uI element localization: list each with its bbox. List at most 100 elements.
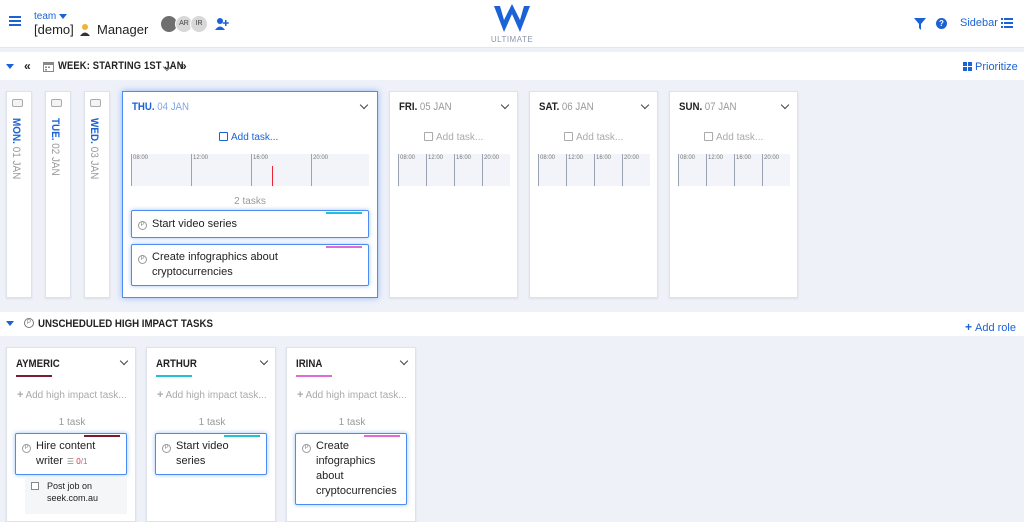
task-title: Create infographics about cryptocurrenci…	[316, 440, 397, 497]
task-card[interactable]: P Create infographics about cryptocurren…	[295, 433, 407, 505]
hour-tick: 12:00	[566, 154, 583, 186]
add-high-impact-task-button[interactable]: + Add high impact task...	[17, 389, 127, 401]
top-bar: team [demo] Manager AR IR ULTIMATE ? Sid…	[0, 0, 1024, 48]
add-high-impact-task-button[interactable]: + Add high impact task...	[157, 389, 267, 401]
day-column-sunday[interactable]: SUN. 07 JAN Add task... 08:00 12:00 16:00…	[669, 91, 798, 298]
add-task-button[interactable]: Add task...	[564, 132, 623, 143]
task-card[interactable]: P Start video series	[155, 433, 267, 475]
role-column-aymeric[interactable]: AYMERIC + Add high impact task... 1 task …	[6, 347, 136, 522]
priority-icon[interactable]: P	[302, 444, 311, 453]
collapse-section-icon[interactable]	[6, 321, 14, 326]
sidebar-toggle-button[interactable]: Sidebar	[960, 17, 1013, 29]
day-timeline[interactable]: 08:00 12:00 16:00 20:00	[538, 154, 650, 186]
task-card[interactable]: P Hire content writer ☰ 0/1	[15, 433, 127, 475]
day-column-friday[interactable]: FRI. 05 JAN Add task... 08:00 12:00 16:00…	[389, 91, 518, 298]
day-title: SAT. 06 JAN	[539, 101, 594, 113]
avatar[interactable]: IR	[190, 15, 208, 33]
day-label: WED.03 JAN	[88, 118, 100, 180]
day-column-saturday[interactable]: SAT. 06 JAN Add task... 08:00 12:00 16:00…	[529, 91, 658, 298]
task-count: 1 task	[338, 417, 366, 428]
day-title: FRI. 05 JAN	[399, 101, 452, 113]
expand-day-icon[interactable]	[90, 99, 101, 107]
priority-icon: P	[24, 318, 34, 328]
role-color-bar	[156, 375, 192, 377]
priority-icon[interactable]: P	[138, 221, 147, 230]
day-column-thursday[interactable]: THU. 04 JAN Add task... 08:00 12:00 16:00…	[122, 91, 378, 298]
day-column-wednesday[interactable]: WED.03 JAN	[84, 91, 110, 298]
role-color-stripe	[326, 212, 362, 214]
chevron-down-icon[interactable]	[359, 100, 369, 110]
expand-day-icon[interactable]	[12, 99, 23, 107]
day-column-monday[interactable]: MON.01 JAN	[6, 91, 32, 298]
task-title: Start video series	[152, 218, 237, 230]
previous-week-button[interactable]: «	[24, 59, 31, 73]
hour-tick: 08:00	[398, 154, 415, 186]
week-bar: « WEEK: STARTING 1ST JAN » Prioritize	[0, 52, 1024, 80]
task-title: Create infographics about cryptocurrenci…	[152, 251, 278, 278]
next-week-button[interactable]: »	[180, 59, 187, 73]
priority-icon[interactable]: P	[22, 444, 31, 453]
chevron-down-icon[interactable]	[119, 356, 129, 366]
caret-down-icon	[59, 13, 68, 19]
hour-tick: 20:00	[311, 154, 328, 186]
add-user-icon[interactable]	[215, 17, 229, 31]
subtask-checkbox[interactable]	[31, 482, 39, 490]
day-timeline[interactable]: 08:00 12:00 16:00 20:00	[398, 154, 510, 186]
current-time-marker	[272, 166, 273, 186]
add-high-impact-task-button[interactable]: + Add high impact task...	[297, 389, 407, 401]
chevron-down-icon[interactable]	[640, 100, 650, 110]
expand-day-icon[interactable]	[51, 99, 62, 107]
menu-icon[interactable]	[9, 16, 21, 26]
role-color-bar	[16, 375, 52, 377]
subtask-item: Post job on seek.com.au	[25, 478, 127, 514]
chevron-down-icon[interactable]	[259, 356, 269, 366]
logo-mark	[494, 4, 530, 32]
hour-tick: 16:00	[454, 154, 471, 186]
calendar-plus-icon	[424, 132, 433, 141]
day-timeline[interactable]: 08:00 12:00 16:00 20:00	[678, 154, 790, 186]
section-title: UNSCHEDULED HIGH IMPACT TASKS	[38, 318, 213, 330]
hour-tick: 20:00	[622, 154, 639, 186]
day-timeline[interactable]: 08:00 12:00 16:00 20:00	[131, 154, 369, 186]
role-color-bar	[296, 375, 332, 377]
day-label: TUE.02 JAN	[49, 118, 61, 176]
subtask-counter: ☰ 0/1	[66, 457, 88, 466]
hour-tick: 20:00	[482, 154, 499, 186]
role-color-stripe	[224, 435, 260, 437]
hour-tick: 08:00	[538, 154, 555, 186]
chevron-down-icon[interactable]	[780, 100, 790, 110]
calendar-plus-icon	[564, 132, 573, 141]
collapse-week-icon[interactable]	[6, 64, 14, 69]
task-count: 1 task	[58, 417, 86, 428]
team-name: [demo] Manager	[34, 22, 149, 37]
hour-tick: 08:00	[131, 154, 148, 186]
manager-icon	[80, 24, 91, 36]
hour-tick: 16:00	[251, 154, 268, 186]
day-label: MON.01 JAN	[10, 118, 22, 180]
app-logo: ULTIMATE	[490, 4, 534, 46]
role-column-arthur[interactable]: ARTHUR + Add high impact task... 1 task P…	[146, 347, 276, 522]
hour-tick: 08:00	[678, 154, 695, 186]
calendar-plus-icon	[219, 132, 228, 141]
chevron-down-icon[interactable]	[500, 100, 510, 110]
add-task-button[interactable]: Add task...	[704, 132, 763, 143]
subtask-text: Post job on seek.com.au	[47, 481, 99, 503]
add-task-button[interactable]: Add task...	[424, 132, 483, 143]
team-selector[interactable]: team	[34, 11, 68, 22]
add-role-button[interactable]: + Add role	[965, 320, 1016, 334]
role-name: IRINA	[296, 358, 323, 370]
priority-icon[interactable]: P	[138, 255, 147, 264]
task-card[interactable]: P Create infographics about cryptocurren…	[131, 244, 369, 286]
task-title: Start video series	[176, 440, 229, 467]
prioritize-button[interactable]: Prioritize	[963, 61, 1018, 73]
chevron-down-icon[interactable]	[399, 356, 409, 366]
list-icon	[1000, 18, 1013, 28]
priority-icon[interactable]: P	[162, 444, 171, 453]
role-column-irina[interactable]: IRINA + Add high impact task... 1 task P …	[286, 347, 416, 522]
add-task-button[interactable]: Add task...	[219, 132, 278, 143]
calendar-icon	[43, 62, 54, 72]
day-column-tuesday[interactable]: TUE.02 JAN	[45, 91, 71, 298]
task-card[interactable]: P Start video series	[131, 210, 369, 238]
help-icon[interactable]: ?	[936, 18, 947, 29]
filter-icon[interactable]	[914, 18, 926, 30]
